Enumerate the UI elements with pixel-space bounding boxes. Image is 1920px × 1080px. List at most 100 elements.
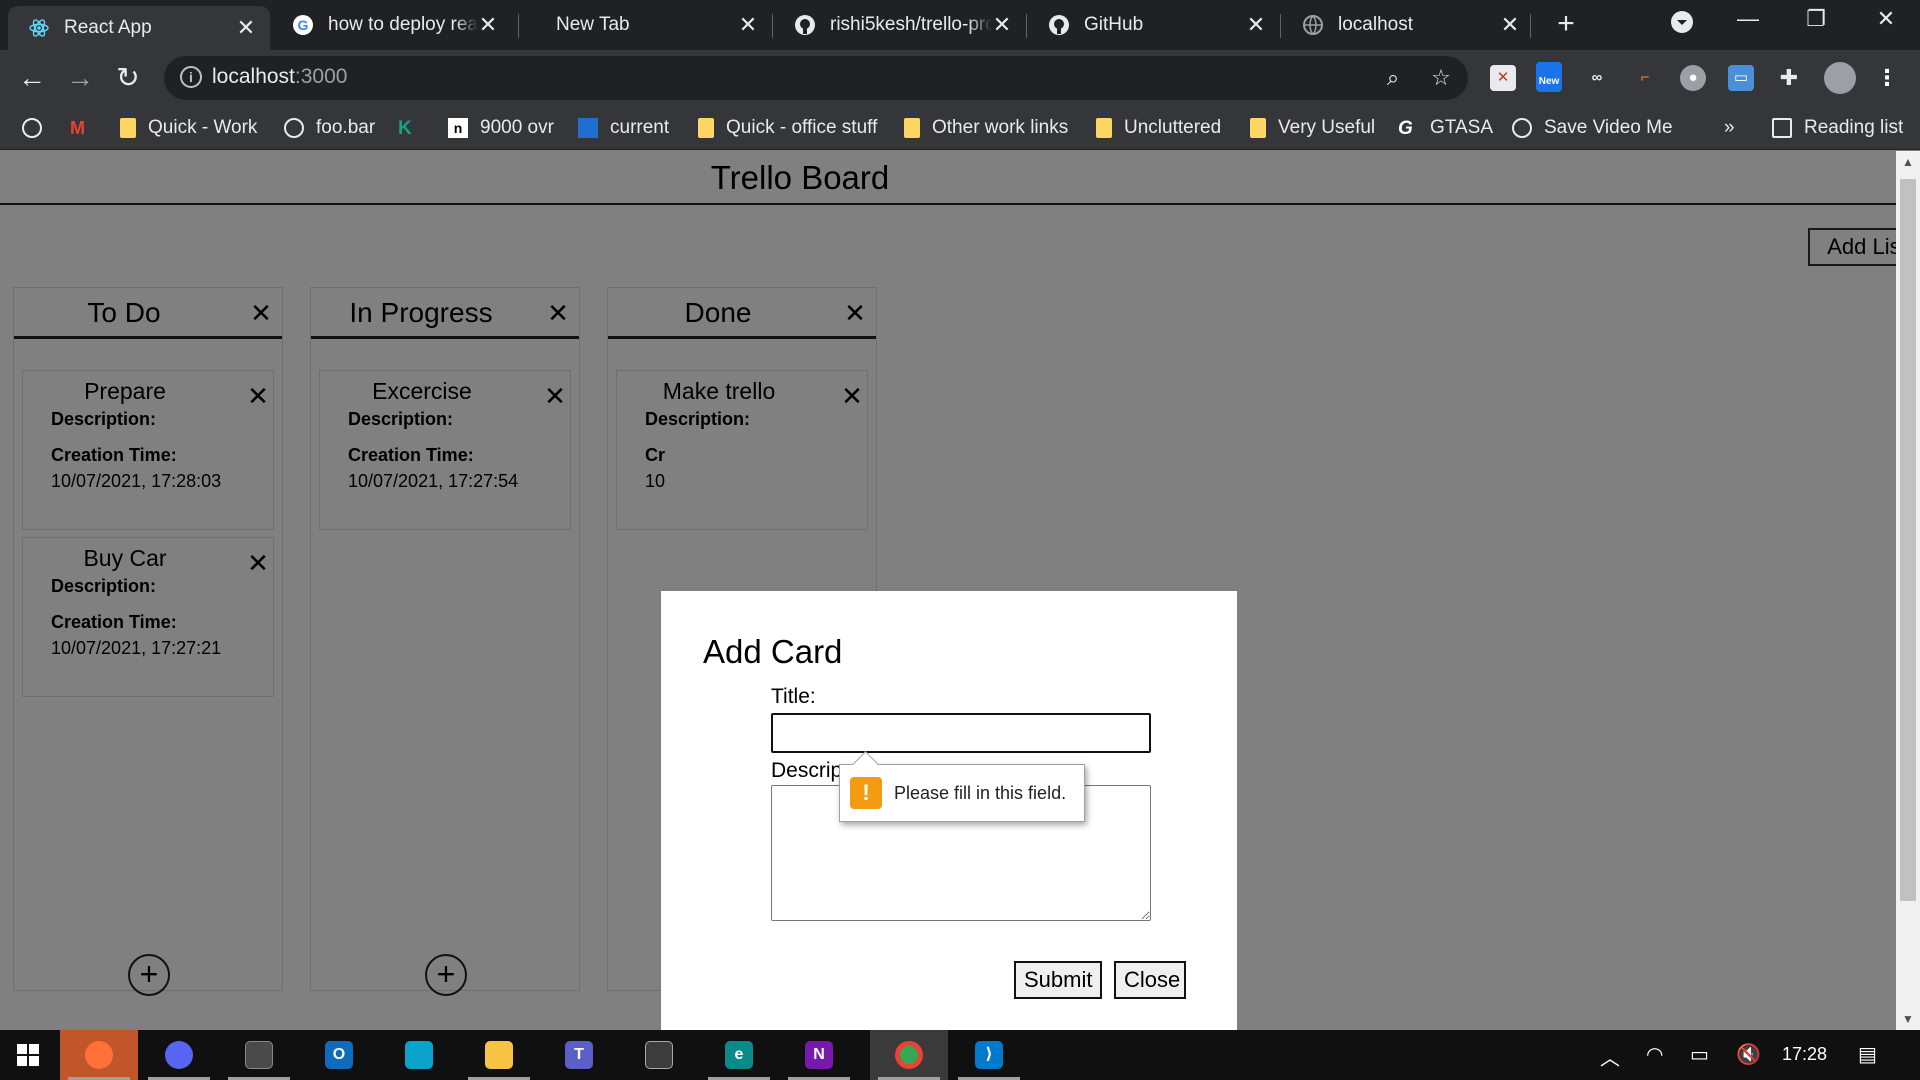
discord-icon[interactable] <box>140 1030 218 1080</box>
scroll-up-icon[interactable]: ▲ <box>1902 155 1914 169</box>
validation-tooltip: ! Please fill in this field. <box>839 764 1085 822</box>
zoom-icon[interactable]: ⌕ <box>1380 65 1406 91</box>
bookmark-globe[interactable] <box>22 114 54 142</box>
outlook-icon[interactable]: O <box>300 1030 378 1080</box>
bookmark-foo-bar[interactable]: foo.bar <box>284 114 375 142</box>
bookmark-save-video[interactable]: Save Video Me <box>1512 114 1673 142</box>
wifi-icon[interactable]: ◠ <box>1646 1042 1663 1067</box>
add-card-button[interactable]: + <box>128 954 170 996</box>
delete-card-icon[interactable]: ✕ <box>245 550 271 576</box>
bookmark-k[interactable]: K <box>398 114 430 142</box>
volume-muted-icon[interactable]: 🔇 <box>1736 1042 1761 1067</box>
delete-card-icon[interactable]: ✕ <box>245 383 271 409</box>
url-text[interactable]: localhost:3000 <box>212 65 347 89</box>
delete-list-icon[interactable]: ✕ <box>248 300 274 326</box>
bookmark-very-useful[interactable]: Very Useful <box>1250 114 1375 142</box>
tab-localhost[interactable]: localhost ✕ <box>1282 0 1534 50</box>
bookmark-gmail[interactable]: M <box>70 114 102 142</box>
card[interactable]: Make trello ✕ Description: Cr 10 <box>616 370 868 530</box>
delete-list-icon[interactable]: ✕ <box>545 300 571 326</box>
bookmark-star-icon[interactable]: ☆ <box>1428 65 1454 91</box>
tab-search-icon[interactable] <box>1662 10 1702 40</box>
profile-avatar[interactable] <box>1824 62 1856 94</box>
tab-new-tab[interactable]: New Tab ✕ <box>520 0 772 50</box>
forward-icon[interactable]: → <box>64 62 96 94</box>
edge-dev-icon[interactable]: e <box>700 1030 778 1080</box>
title-input[interactable] <box>771 713 1151 753</box>
battery-icon[interactable]: ▭ <box>1690 1042 1709 1067</box>
card[interactable]: Excercise ✕ Description: Creation Time: … <box>319 370 571 530</box>
minimize-icon[interactable]: — <box>1728 6 1768 32</box>
card-time-label: Cr <box>645 445 666 465</box>
site-info-icon[interactable]: i <box>180 66 202 88</box>
address-bar[interactable]: i localhost:3000 ⌕ ☆ <box>164 56 1468 100</box>
extension-card-icon[interactable]: ▭ <box>1728 65 1754 91</box>
tab-close-icon[interactable]: ✕ <box>1246 12 1266 38</box>
tray-chevron-icon[interactable]: ︿ <box>1600 1042 1620 1071</box>
remote-desktop-icon[interactable] <box>380 1030 458 1080</box>
onenote-icon[interactable]: N <box>780 1030 858 1080</box>
calculator-icon[interactable] <box>220 1030 298 1080</box>
window-close-icon[interactable]: ✕ <box>1866 6 1906 32</box>
bookmark-other-work[interactable]: Other work links <box>904 114 1068 142</box>
tab-github[interactable]: GitHub ✕ <box>1028 0 1280 50</box>
close-button[interactable]: Close <box>1114 961 1186 999</box>
tab-react-app[interactable]: React App ✕ <box>8 6 270 50</box>
tab-close-icon[interactable]: ✕ <box>738 12 758 38</box>
delete-list-icon[interactable]: ✕ <box>842 300 868 326</box>
remote-desktop-glyph <box>405 1041 433 1069</box>
windows-start-icon[interactable] <box>0 1030 56 1080</box>
submit-button[interactable]: Submit <box>1014 961 1102 999</box>
bookmark-current[interactable]: current <box>578 114 669 142</box>
restore-icon[interactable]: ❐ <box>1796 6 1836 32</box>
app-header: Trello Board <box>0 151 1896 205</box>
bookmark-quick-office[interactable]: Quick - office stuff <box>698 114 877 142</box>
delete-card-icon[interactable]: ✕ <box>839 383 865 409</box>
bookmark-quick-work[interactable]: Quick - Work <box>120 114 257 142</box>
notifications-icon[interactable]: ▤ <box>1858 1042 1877 1067</box>
menu-icon[interactable]: ⋮ <box>1874 65 1900 91</box>
tab-close-icon[interactable]: ✕ <box>236 15 256 41</box>
scroll-down-icon[interactable]: ▼ <box>1902 1012 1914 1026</box>
card-description-label: Description: <box>645 409 751 429</box>
delete-card-icon[interactable]: ✕ <box>542 383 568 409</box>
add-list-button[interactable]: Add List <box>1808 228 1896 266</box>
tab-close-icon[interactable]: ✕ <box>1500 12 1520 38</box>
tab-close-icon[interactable]: ✕ <box>992 12 1012 38</box>
tab-how-to-deploy[interactable]: G how to deploy react ✕ <box>272 0 512 50</box>
browser-toolbar: ← → ↻ i localhost:3000 ⌕ ☆ ✕ New ∞ ⌐ ● ▭… <box>0 50 1920 106</box>
tab-close-icon[interactable]: ✕ <box>478 12 498 38</box>
file-explorer-icon[interactable] <box>460 1030 538 1080</box>
firefox-icon[interactable] <box>60 1030 138 1080</box>
tab-github-repo[interactable]: rishi5kesh/trello-pro ✕ <box>774 0 1026 50</box>
vscode-icon[interactable]: ⟩ <box>950 1030 1028 1080</box>
bookmark-uncluttered[interactable]: Uncluttered <box>1096 114 1221 142</box>
reading-list[interactable]: Reading list <box>1772 114 1903 142</box>
extension-glasses-icon[interactable]: ∞ <box>1584 65 1610 91</box>
card[interactable]: Prepare ✕ Description: Creation Time: 10… <box>22 370 274 530</box>
vscode-glyph: ⟩ <box>975 1041 1003 1069</box>
chrome-icon[interactable] <box>870 1030 948 1080</box>
new-tab-button[interactable]: + <box>1550 8 1582 40</box>
extension-ghost-icon[interactable]: ● <box>1680 65 1706 91</box>
card-time: 10/07/2021, 17:28:03 <box>51 471 222 491</box>
back-icon[interactable]: ← <box>16 62 48 94</box>
calculator-glyph <box>245 1041 273 1069</box>
extension-orange-icon[interactable]: ⌐ <box>1632 65 1658 91</box>
extension-news-icon[interactable]: New <box>1536 62 1562 92</box>
extensions-puzzle-icon[interactable]: ✚ <box>1776 65 1802 91</box>
bookmark-label: current <box>610 117 670 138</box>
bookmark-label: Uncluttered <box>1124 117 1222 138</box>
add-card-button[interactable]: + <box>425 954 467 996</box>
snipping-tool-icon[interactable] <box>620 1030 698 1080</box>
bookmark-gtasa[interactable]: G GTASA <box>1398 114 1493 142</box>
bookmark-9000-ovr[interactable]: n 9000 ovr <box>448 114 554 142</box>
page-scrollbar[interactable]: ▲ ▼ <box>1896 151 1920 1030</box>
teams-icon[interactable]: T <box>540 1030 618 1080</box>
reload-icon[interactable]: ↻ <box>112 62 144 94</box>
clock[interactable]: 17:28 <box>1782 1044 1827 1065</box>
extension-excel-icon[interactable]: ✕ <box>1490 65 1516 91</box>
card[interactable]: Buy Car ✕ Description: Creation Time: 10… <box>22 537 274 697</box>
scroll-thumb[interactable] <box>1900 179 1916 901</box>
bookmarks-overflow[interactable]: » <box>1724 114 1735 142</box>
